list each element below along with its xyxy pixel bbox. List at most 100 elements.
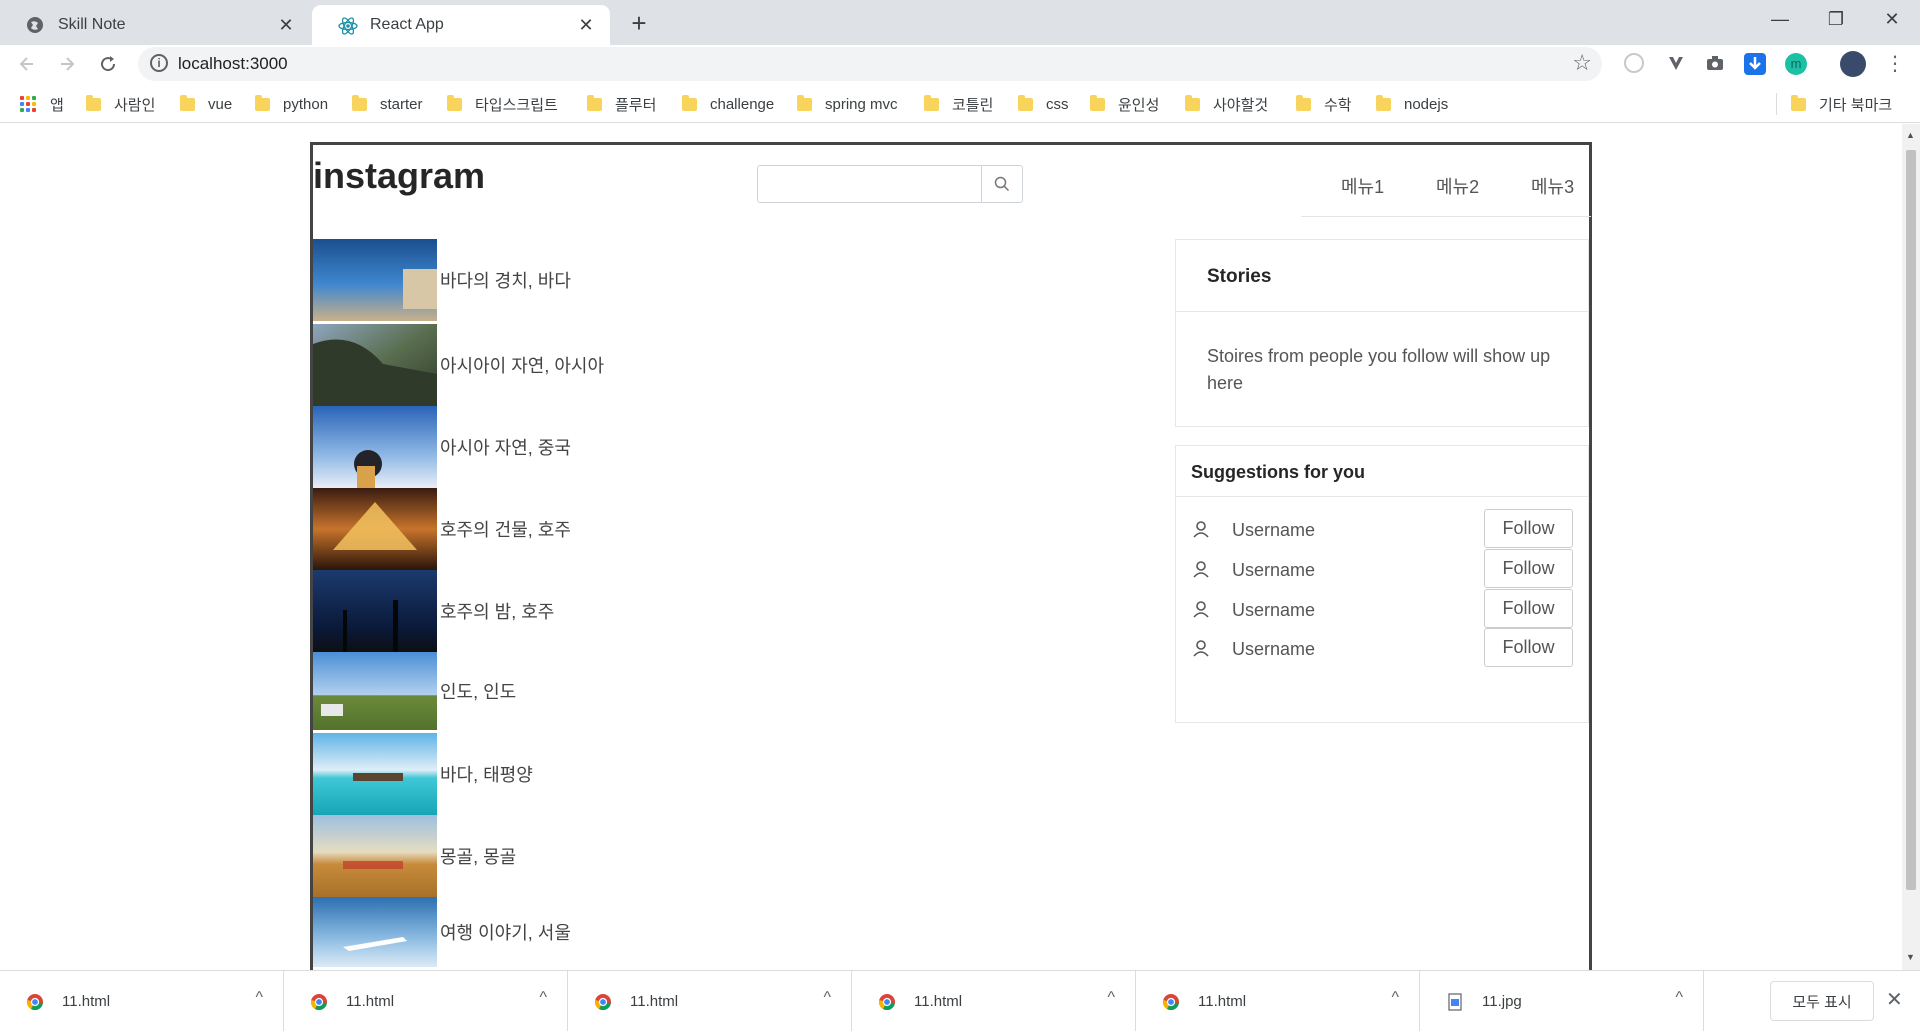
star-icon[interactable]: ☆ <box>1572 50 1592 76</box>
download-filename: 11.html <box>914 993 963 1010</box>
address-bar[interactable]: i localhost:3000 ☆ <box>138 47 1602 81</box>
bookmark-folder[interactable]: nodejs <box>1376 93 1448 115</box>
list-item[interactable]: 호주의 건물, 호주 <box>313 488 713 570</box>
stories-empty-message: Stoires from people you follow will show… <box>1207 346 1551 393</box>
follow-button[interactable]: Follow <box>1484 549 1573 588</box>
info-icon[interactable]: i <box>150 54 168 72</box>
new-tab-button[interactable]: + <box>624 8 654 38</box>
download-shelf: 11.html ^ 11.html ^ 11.html ^ 11.html ^ … <box>0 970 1920 1031</box>
chrome-icon <box>878 994 895 1011</box>
close-icon[interactable]: ✕ <box>276 15 296 36</box>
follow-button[interactable]: Follow <box>1484 509 1573 548</box>
bookmark-other[interactable]: 기타 북마크 <box>1776 93 1892 115</box>
download-item[interactable]: 11.html ^ <box>568 971 852 1031</box>
bookmark-apps[interactable]: 앱 <box>20 93 64 115</box>
follow-button[interactable]: Follow <box>1484 628 1573 667</box>
chevron-up-icon[interactable]: ^ <box>539 989 547 1007</box>
chevron-up-icon[interactable]: ^ <box>255 989 263 1007</box>
feed-thumbnail <box>313 239 437 321</box>
tab-react-app[interactable]: React App ✕ <box>312 5 610 45</box>
download-item[interactable]: 11.html ^ <box>852 971 1136 1031</box>
download-item[interactable]: 11.jpg ^ <box>1420 971 1704 1031</box>
bookmark-folder[interactable]: css <box>1018 93 1069 115</box>
username[interactable]: Username <box>1232 560 1315 581</box>
chevron-up-icon[interactable]: ^ <box>823 989 831 1007</box>
bookmark-folder[interactable]: starter <box>352 93 423 115</box>
list-item[interactable]: 몽골, 몽골 <box>313 815 713 897</box>
kebab-menu-icon[interactable]: ⋮ <box>1884 53 1906 75</box>
bookmark-folder[interactable]: python <box>255 93 328 115</box>
bookmark-folder[interactable]: 타입스크립트 <box>447 93 558 115</box>
list-item[interactable]: 호주의 밤, 호주 <box>313 570 713 652</box>
menu-item-1[interactable]: 메뉴1 <box>1341 173 1384 199</box>
list-item[interactable]: 인도, 인도 <box>313 652 713 730</box>
download-item[interactable]: 11.html ^ <box>284 971 568 1031</box>
close-icon[interactable]: ✕ <box>576 15 596 36</box>
folder-icon <box>1185 94 1200 111</box>
bookmark-folder[interactable]: spring mvc <box>797 93 898 115</box>
suggestion-row: Username Follow <box>1176 509 1588 549</box>
bookmark-folder[interactable]: 윤인성 <box>1090 93 1159 115</box>
camera-icon[interactable] <box>1704 53 1726 75</box>
username[interactable]: Username <box>1232 639 1315 660</box>
bookmark-label: 앱 <box>50 96 64 114</box>
chrome-icon <box>310 994 327 1011</box>
tab-skill-note[interactable]: Skill Note ✕ <box>0 5 310 45</box>
search-button[interactable] <box>981 166 1022 202</box>
bookmark-label: css <box>1046 95 1069 113</box>
bookmark-folder[interactable]: challenge <box>682 93 774 115</box>
avatar[interactable] <box>1840 51 1866 77</box>
show-all-downloads-button[interactable]: 모두 표시 <box>1770 981 1874 1021</box>
logo[interactable]: instagram <box>313 155 485 197</box>
chevron-up-icon[interactable]: ^ <box>1675 989 1683 1007</box>
bookmark-label: starter <box>380 95 423 113</box>
download-item[interactable]: 11.html ^ <box>1136 971 1420 1031</box>
extension-circle-icon[interactable] <box>1624 53 1644 73</box>
feed-thumbnail <box>313 733 437 815</box>
forward-icon[interactable] <box>52 49 82 79</box>
scroll-down-icon[interactable]: ▼ <box>1906 952 1915 962</box>
scrollbar-thumb[interactable] <box>1906 150 1916 890</box>
bookmark-folder[interactable]: 코틀린 <box>924 93 993 115</box>
extension-v-icon[interactable] <box>1665 53 1687 75</box>
download-item[interactable]: 11.html ^ <box>0 971 284 1031</box>
extension-m-icon[interactable]: m <box>1785 53 1807 75</box>
minimize-button[interactable]: — <box>1752 0 1808 38</box>
feed-thumbnail <box>313 815 437 897</box>
bookmark-label: nodejs <box>1404 95 1449 113</box>
bookmark-folder[interactable]: 사람인 <box>86 93 155 115</box>
scroll-up-icon[interactable]: ▲ <box>1906 130 1915 140</box>
list-item[interactable]: 아시아이 자연, 아시아 <box>313 324 713 406</box>
chevron-up-icon[interactable]: ^ <box>1391 989 1399 1007</box>
follow-button[interactable]: Follow <box>1484 589 1573 628</box>
search-input[interactable] <box>758 166 983 202</box>
bookmark-folder[interactable]: vue <box>180 93 232 115</box>
list-item[interactable]: 여행 이야기, 서울 <box>313 897 713 967</box>
download-filename: 11.html <box>1198 993 1247 1010</box>
menu-item-3[interactable]: 메뉴3 <box>1531 173 1574 199</box>
user-icon <box>1193 561 1209 578</box>
divider <box>1176 496 1588 497</box>
list-item[interactable]: 바다, 태평양 <box>313 733 713 815</box>
close-icon[interactable]: ✕ <box>1886 987 1903 1012</box>
vertical-scrollbar[interactable]: ▲ ▼ <box>1902 124 1920 970</box>
back-icon[interactable] <box>12 49 42 79</box>
folder-icon <box>924 94 939 111</box>
bookmark-folder[interactable]: 플루터 <box>587 93 656 115</box>
download-extension-icon[interactable] <box>1744 53 1766 75</box>
bookmark-folder[interactable]: 수학 <box>1296 93 1352 115</box>
chevron-up-icon[interactable]: ^ <box>1107 989 1115 1007</box>
username[interactable]: Username <box>1232 600 1315 621</box>
reload-icon[interactable] <box>93 49 123 79</box>
menu-item-2[interactable]: 메뉴2 <box>1436 173 1479 199</box>
search-box <box>757 165 1023 203</box>
chrome-icon <box>1162 994 1179 1011</box>
username[interactable]: Username <box>1232 520 1315 541</box>
window-close-button[interactable]: ✕ <box>1864 0 1920 38</box>
list-item[interactable]: 아시아 자연, 중국 <box>313 406 713 488</box>
bookmark-folder[interactable]: 사야할것 <box>1185 93 1268 115</box>
maximize-button[interactable]: ❐ <box>1808 0 1864 38</box>
list-item[interactable]: 바다의 경치, 바다 <box>313 239 713 321</box>
url-text[interactable]: localhost:3000 <box>178 54 288 74</box>
bookmark-label: 타입스크립트 <box>475 96 558 114</box>
